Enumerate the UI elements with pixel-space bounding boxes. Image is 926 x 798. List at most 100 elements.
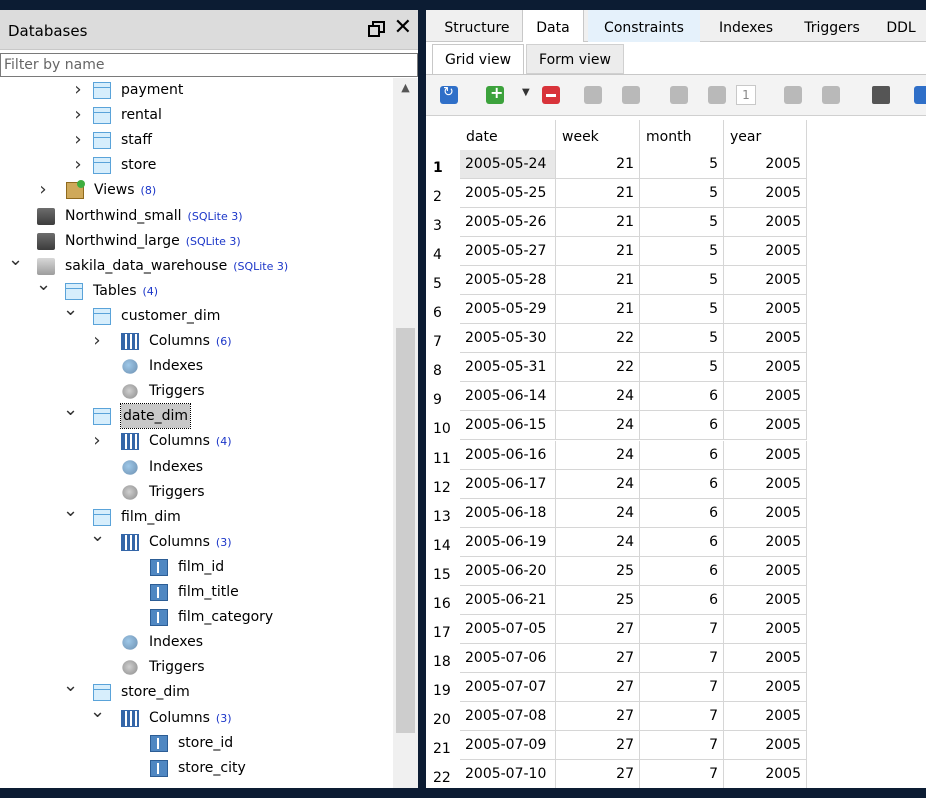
cell-month[interactable]: 7 bbox=[640, 672, 724, 702]
cell-week[interactable]: 21 bbox=[556, 266, 640, 296]
cell-month[interactable]: 6 bbox=[640, 469, 724, 499]
cell-date[interactable]: 2005-06-15 bbox=[460, 411, 556, 441]
row-number[interactable]: 4 bbox=[426, 237, 460, 266]
cell-year[interactable]: 2005 bbox=[724, 469, 807, 499]
cell-month[interactable]: 7 bbox=[640, 614, 724, 644]
cell-year[interactable]: 2005 bbox=[724, 701, 807, 731]
cell-date[interactable]: 2005-07-06 bbox=[460, 643, 556, 673]
cell-week[interactable]: 21 bbox=[556, 179, 640, 209]
tree-item-indexes[interactable]: Indexes bbox=[0, 630, 392, 654]
tab-structure[interactable]: Structure bbox=[434, 10, 520, 42]
collapse-arrow-icon[interactable]: ⌄ bbox=[90, 700, 105, 724]
cell-date[interactable]: 2005-06-20 bbox=[460, 556, 556, 586]
cell-date[interactable]: 2005-07-07 bbox=[460, 672, 556, 702]
tree-item-northwind-large[interactable]: Northwind_large (SQLite 3) bbox=[0, 229, 392, 253]
tree-item-views[interactable]: › Views (8) bbox=[0, 178, 392, 202]
cell-week[interactable]: 27 bbox=[556, 614, 640, 644]
export-icon[interactable] bbox=[914, 86, 926, 104]
cell-date[interactable]: 2005-05-25 bbox=[460, 179, 556, 209]
cell-week[interactable]: 22 bbox=[556, 353, 640, 383]
row-number[interactable]: 14 bbox=[426, 528, 460, 557]
cell-week[interactable]: 22 bbox=[556, 324, 640, 354]
row-number[interactable]: 22 bbox=[426, 760, 460, 788]
cell-month[interactable]: 6 bbox=[640, 527, 724, 557]
tree-item-film-category[interactable]: film_category bbox=[0, 605, 392, 629]
cell-date[interactable]: 2005-06-14 bbox=[460, 382, 556, 412]
tree-item-film-id[interactable]: film_id bbox=[0, 555, 392, 579]
tab-indexes[interactable]: Indexes bbox=[704, 10, 788, 42]
cell-date[interactable]: 2005-06-18 bbox=[460, 498, 556, 528]
cell-date[interactable]: 2005-07-05 bbox=[460, 614, 556, 644]
row-number[interactable]: 17 bbox=[426, 615, 460, 644]
cell-year[interactable]: 2005 bbox=[724, 498, 807, 528]
cell-week[interactable]: 27 bbox=[556, 643, 640, 673]
tree-item-triggers[interactable]: Triggers bbox=[0, 480, 392, 504]
cell-date[interactable]: 2005-06-16 bbox=[460, 440, 556, 470]
cell-month[interactable]: 5 bbox=[640, 353, 724, 383]
row-number[interactable]: 21 bbox=[426, 731, 460, 760]
cell-week[interactable]: 24 bbox=[556, 382, 640, 412]
collapse-arrow-icon[interactable]: ⌄ bbox=[8, 248, 23, 272]
print-icon[interactable] bbox=[872, 86, 890, 104]
row-number[interactable]: 5 bbox=[426, 266, 460, 295]
cell-month[interactable]: 5 bbox=[640, 208, 724, 238]
cell-month[interactable]: 6 bbox=[640, 411, 724, 441]
cell-date[interactable]: 2005-07-10 bbox=[460, 760, 556, 788]
tree-item-triggers[interactable]: Triggers bbox=[0, 379, 392, 403]
cell-month[interactable]: 5 bbox=[640, 237, 724, 267]
row-number[interactable]: 13 bbox=[426, 499, 460, 528]
tab-ddl[interactable]: DDL bbox=[876, 10, 926, 42]
row-number[interactable]: 1 bbox=[426, 150, 460, 179]
tree-item-columns[interactable]: ⌄ Columns (3) bbox=[0, 701, 392, 730]
cell-date[interactable]: 2005-05-27 bbox=[460, 237, 556, 267]
cell-month[interactable]: 6 bbox=[640, 585, 724, 615]
collapse-arrow-icon[interactable]: ⌄ bbox=[63, 674, 78, 698]
cell-date[interactable]: 2005-06-21 bbox=[460, 585, 556, 615]
row-number[interactable]: 18 bbox=[426, 644, 460, 673]
expand-arrow-icon[interactable]: › bbox=[90, 429, 104, 453]
cell-date[interactable]: 2005-05-28 bbox=[460, 266, 556, 296]
cell-year[interactable]: 2005 bbox=[724, 731, 807, 760]
row-number[interactable]: 3 bbox=[426, 208, 460, 237]
expand-arrow-icon[interactable]: › bbox=[71, 153, 85, 177]
cell-month[interactable]: 5 bbox=[640, 266, 724, 296]
collapse-arrow-icon[interactable]: ⌄ bbox=[63, 499, 78, 523]
cell-month[interactable]: 5 bbox=[640, 150, 724, 179]
tree-item-northwind-small[interactable]: Northwind_small (SQLite 3) bbox=[0, 204, 392, 228]
cell-year[interactable]: 2005 bbox=[724, 614, 807, 644]
row-number[interactable]: 12 bbox=[426, 470, 460, 499]
tree-item-columns[interactable]: › Columns (6) bbox=[0, 329, 392, 353]
cell-week[interactable]: 25 bbox=[556, 585, 640, 615]
cell-date[interactable]: 2005-05-26 bbox=[460, 208, 556, 238]
cell-year[interactable]: 2005 bbox=[724, 150, 807, 179]
cell-year[interactable]: 2005 bbox=[724, 643, 807, 673]
cell-year[interactable]: 2005 bbox=[724, 266, 807, 296]
cell-year[interactable]: 2005 bbox=[724, 760, 807, 788]
cell-week[interactable]: 24 bbox=[556, 440, 640, 470]
cell-date[interactable]: 2005-05-29 bbox=[460, 295, 556, 325]
tree-item-date-dim[interactable]: ⌄ date_dim bbox=[0, 399, 392, 430]
close-panel-icon[interactable]: ✕ bbox=[394, 17, 412, 39]
cell-date[interactable]: 2005-05-30 bbox=[460, 324, 556, 354]
row-number[interactable]: 19 bbox=[426, 673, 460, 702]
cell-week[interactable]: 24 bbox=[556, 527, 640, 557]
cell-week[interactable]: 21 bbox=[556, 150, 640, 179]
tree-item-indexes[interactable]: Indexes bbox=[0, 455, 392, 479]
row-number[interactable]: 16 bbox=[426, 586, 460, 615]
cell-week[interactable]: 27 bbox=[556, 731, 640, 760]
cell-week[interactable]: 27 bbox=[556, 701, 640, 731]
expand-arrow-icon[interactable]: › bbox=[71, 78, 85, 102]
tree-item-columns[interactable]: ⌄ Columns (3) bbox=[0, 525, 392, 554]
cell-year[interactable]: 2005 bbox=[724, 208, 807, 238]
expand-arrow-icon[interactable]: › bbox=[71, 103, 85, 127]
cell-week[interactable]: 27 bbox=[556, 760, 640, 788]
cell-week[interactable]: 21 bbox=[556, 237, 640, 267]
expand-arrow-icon[interactable]: › bbox=[36, 178, 50, 202]
tree-item-film-title[interactable]: film_title bbox=[0, 580, 392, 604]
tree-item-rental[interactable]: › rental bbox=[0, 103, 392, 127]
row-number[interactable]: 6 bbox=[426, 295, 460, 324]
expand-arrow-icon[interactable]: › bbox=[71, 128, 85, 152]
column-header-month[interactable]: month bbox=[640, 120, 724, 150]
row-number[interactable]: 15 bbox=[426, 557, 460, 586]
cell-date[interactable]: 2005-07-08 bbox=[460, 701, 556, 731]
